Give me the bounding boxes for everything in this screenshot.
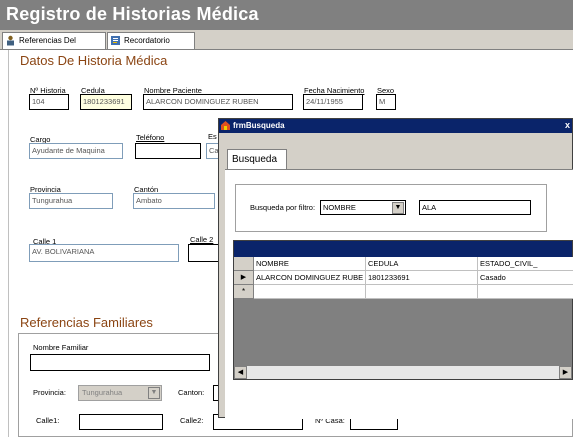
results-grid[interactable]: NOMBRE CEDULA ESTADO_CIVIL_ ▶ ALARCON DO… xyxy=(233,240,573,380)
fam-provincia-label: Provincia: xyxy=(33,388,66,397)
busqueda-dialog: frmBusqueda x Busqueda Busqueda por filt… xyxy=(218,118,573,419)
nombre-field[interactable]: ALARCON DOMINGUEZ RUBEN xyxy=(143,94,293,110)
cell-cedula[interactable]: 1801233691 xyxy=(366,271,478,285)
fam-calle1-field[interactable] xyxy=(79,414,163,430)
cedula-field[interactable]: 1801233691 xyxy=(80,94,132,110)
datos-heading: Datos De Historia Médica xyxy=(20,53,168,68)
dialog-title-bar[interactable]: frmBusqueda x xyxy=(219,119,572,133)
fam-canton-label: Canton: xyxy=(178,388,205,397)
canton-field[interactable]: Ambato xyxy=(133,193,215,209)
grid-corner xyxy=(234,257,254,271)
nombre-familiar-field[interactable] xyxy=(30,354,210,371)
fam-provincia-value: Tungurahua xyxy=(82,388,123,397)
fam-calle1-label: Calle1: xyxy=(36,416,60,425)
close-icon[interactable]: x xyxy=(565,120,570,130)
grid-column-headers: NOMBRE CEDULA ESTADO_CIVIL_ xyxy=(234,257,573,271)
app-title: Registro de Historias Médica xyxy=(6,4,259,24)
dropdown-arrow-icon[interactable]: ▼ xyxy=(392,202,404,214)
calle1-field[interactable]: AV. BOLIVARIANA xyxy=(29,244,179,262)
table-row-new[interactable]: * xyxy=(234,285,573,299)
cargo-field[interactable]: Ayudante de Maquina xyxy=(29,143,123,159)
filter-label: Busqueda por filtro: xyxy=(250,203,316,212)
scroll-right-icon[interactable]: ▶ xyxy=(559,366,572,379)
column-header-cedula[interactable]: CEDULA xyxy=(366,257,478,271)
historia-field[interactable]: 104 xyxy=(29,94,69,110)
scroll-left-icon[interactable]: ◀ xyxy=(234,366,247,379)
nombre-familiar-label: Nombre Familiar xyxy=(33,343,89,352)
tab-referencias-personal[interactable]: Referencias Del Personal xyxy=(2,32,106,60)
tab-busqueda[interactable]: Busqueda xyxy=(227,149,287,169)
app-title-bar: Registro de Historias Médica xyxy=(0,0,573,30)
row-pointer-icon: ▶ xyxy=(234,271,254,285)
telefono-label: Teléfono xyxy=(136,133,165,142)
cell-estado-civil[interactable] xyxy=(478,285,573,299)
busqueda-page: Busqueda por filtro: NOMBRE ▼ ALA NOMBRE… xyxy=(225,169,573,419)
sexo-field[interactable]: M xyxy=(376,94,396,110)
column-header-nombre[interactable]: NOMBRE xyxy=(254,257,366,271)
column-header-estado-civil[interactable]: ESTADO_CIVIL_ xyxy=(478,257,573,271)
fecha-field[interactable]: 24/11/1955 xyxy=(303,94,363,110)
person-icon xyxy=(7,35,14,46)
calle2-field[interactable] xyxy=(188,244,220,262)
grid-header-band xyxy=(234,241,572,257)
cell-estado-civil[interactable]: Casado xyxy=(478,271,573,285)
tab-recordatorio-clinico[interactable]: Recordatorio Clínico xyxy=(107,32,195,60)
telefono-field[interactable] xyxy=(135,143,201,159)
fam-provincia-combo[interactable]: Tungurahua ▼ xyxy=(78,385,162,401)
grid-horizontal-scrollbar[interactable]: ◀ ▶ xyxy=(234,365,572,379)
cell-nombre[interactable]: ALARCON DOMINGUEZ RUBE xyxy=(254,271,366,285)
fam-calle2-label: Calle2: xyxy=(180,416,204,425)
tab-busqueda-label: Busqueda xyxy=(232,154,278,165)
notes-icon xyxy=(111,36,120,45)
provincia-field[interactable]: Tungurahua xyxy=(29,193,113,209)
calle2-label: Calle 2 xyxy=(190,235,214,244)
search-input[interactable]: ALA xyxy=(419,200,531,215)
window-icon xyxy=(221,121,230,130)
filter-select-value: NOMBRE xyxy=(323,203,356,212)
tab-strip: Referencias Del Personal Recordatorio Cl… xyxy=(0,30,573,60)
dialog-title: frmBusqueda xyxy=(233,121,285,130)
table-row[interactable]: ▶ ALARCON DOMINGUEZ RUBE 1801233691 Casa… xyxy=(234,271,573,285)
dropdown-arrow-icon[interactable]: ▼ xyxy=(148,387,160,399)
cell-cedula[interactable] xyxy=(366,285,478,299)
filter-group: Busqueda por filtro: NOMBRE ▼ ALA xyxy=(235,184,547,232)
new-row-marker: * xyxy=(234,285,254,299)
filter-select[interactable]: NOMBRE ▼ xyxy=(320,200,406,215)
familiares-heading: Referencias Familiares xyxy=(20,315,153,330)
cell-nombre[interactable] xyxy=(254,285,366,299)
estado-label: Es xyxy=(208,132,217,141)
